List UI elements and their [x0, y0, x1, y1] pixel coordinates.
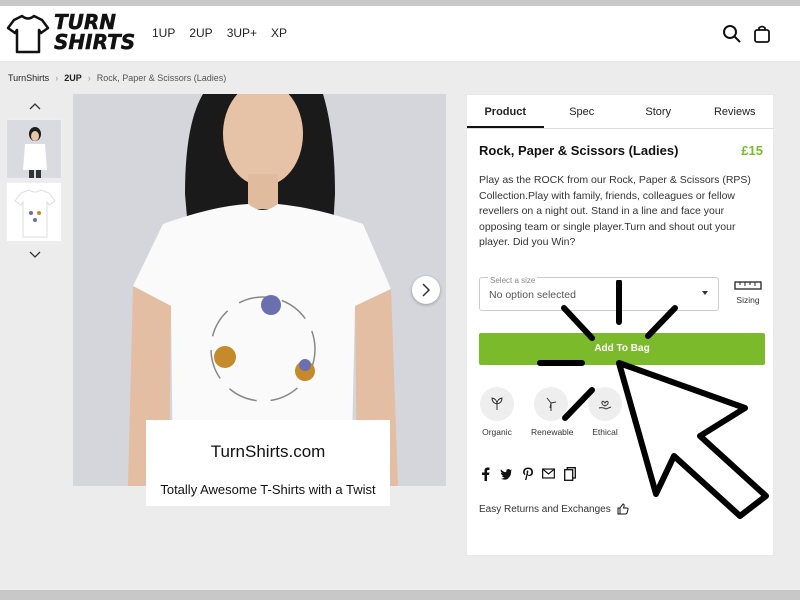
- wind-turbine-icon: [534, 387, 568, 421]
- thumbnail-shirt[interactable]: [6, 182, 62, 242]
- tab-reviews[interactable]: Reviews: [697, 95, 774, 128]
- thumb-down-button[interactable]: [6, 245, 64, 265]
- logo-wordmark: TURN SHIRTS: [54, 10, 136, 54]
- chevron-right-icon: [422, 283, 431, 297]
- facebook-icon[interactable]: [479, 467, 492, 481]
- size-select-label: Select a size: [488, 276, 538, 285]
- thumbnail-model[interactable]: [6, 119, 62, 179]
- badge-ethical: Ethical: [585, 387, 625, 437]
- nav-2up[interactable]: 2UP: [189, 26, 212, 40]
- add-to-bag-button[interactable]: Add To Bag: [479, 333, 765, 365]
- search-icon[interactable]: [722, 24, 742, 44]
- thumbnail-strip: [6, 96, 64, 265]
- logo-line-2: SHIRTS: [54, 30, 136, 54]
- caption-subtitle: Totally Awesome T-Shirts with a Twist: [160, 482, 376, 497]
- ruler-icon: [734, 281, 762, 290]
- product-description: Play as the ROCK from our Rock, Paper & …: [479, 174, 751, 248]
- tab-spec[interactable]: Spec: [544, 95, 621, 128]
- thumbs-up-icon: [617, 503, 629, 515]
- bottom-strip: [0, 590, 800, 600]
- breadcrumb-category[interactable]: 2UP: [64, 73, 82, 83]
- nav-1up[interactable]: 1UP: [152, 26, 175, 40]
- product-badges: Organic Renewable Ethical: [477, 387, 625, 437]
- logo-line-1: TURN: [54, 10, 117, 34]
- bag-icon[interactable]: [752, 24, 772, 44]
- email-icon[interactable]: [542, 467, 555, 480]
- thumb-up-button[interactable]: [6, 96, 64, 116]
- product-tabs: Product Spec Story Reviews: [467, 95, 773, 129]
- site-header: TURN SHIRTS 1UP 2UP 3UP+ XP: [0, 6, 800, 62]
- breadcrumb-current: Rock, Paper & Scissors (Ladies): [96, 73, 227, 83]
- breadcrumb-separator: ›: [87, 73, 91, 83]
- size-select[interactable]: Select a size No option selected: [479, 276, 719, 311]
- breadcrumb: TurnShirts › 2UP › Rock, Paper & Scissor…: [8, 73, 226, 83]
- tab-product[interactable]: Product: [467, 95, 544, 128]
- copy-link-icon[interactable]: [563, 466, 576, 481]
- nav-xp[interactable]: XP: [271, 26, 287, 40]
- image-caption-card: TurnShirts.com Totally Awesome T-Shirts …: [146, 420, 390, 506]
- sizing-guide-button[interactable]: Sizing: [731, 279, 765, 305]
- returns-info: Easy Returns and Exchanges: [479, 503, 629, 515]
- badge-organic-label: Organic: [482, 427, 512, 437]
- pinterest-icon[interactable]: [521, 467, 534, 480]
- nav-3up[interactable]: 3UP+: [227, 26, 257, 40]
- chevron-up-icon: [29, 103, 41, 110]
- share-icons: [479, 466, 576, 481]
- site-logo[interactable]: TURN SHIRTS: [6, 12, 135, 56]
- returns-text: Easy Returns and Exchanges: [479, 503, 611, 515]
- tshirt-logo-icon: [6, 14, 50, 54]
- sizing-label: Sizing: [736, 295, 760, 305]
- caret-down-icon: [702, 291, 708, 295]
- badge-renewable: Renewable: [531, 387, 574, 437]
- leaf-icon: [480, 387, 514, 421]
- chevron-down-icon: [29, 251, 41, 258]
- shirt-thumbnail-image: [14, 189, 56, 238]
- caption-title: TurnShirts.com: [210, 442, 326, 461]
- hand-heart-icon: [588, 387, 622, 421]
- model-thumbnail-image: [7, 120, 61, 178]
- breadcrumb-separator: ›: [55, 73, 59, 83]
- tab-story[interactable]: Story: [620, 95, 697, 128]
- product-price: £15: [741, 143, 763, 158]
- gallery-next-button[interactable]: [412, 276, 440, 304]
- badge-organic: Organic: [477, 387, 517, 437]
- twitter-icon[interactable]: [500, 467, 513, 480]
- badge-ethical-label: Ethical: [592, 427, 618, 437]
- product-panel: Product Spec Story Reviews Rock, Paper &…: [466, 94, 774, 556]
- product-title: Rock, Paper & Scissors (Ladies): [479, 143, 679, 158]
- main-nav: 1UP 2UP 3UP+ XP: [152, 26, 287, 40]
- breadcrumb-home[interactable]: TurnShirts: [8, 73, 49, 83]
- size-select-value: No option selected: [489, 289, 576, 301]
- badge-renewable-label: Renewable: [531, 427, 574, 437]
